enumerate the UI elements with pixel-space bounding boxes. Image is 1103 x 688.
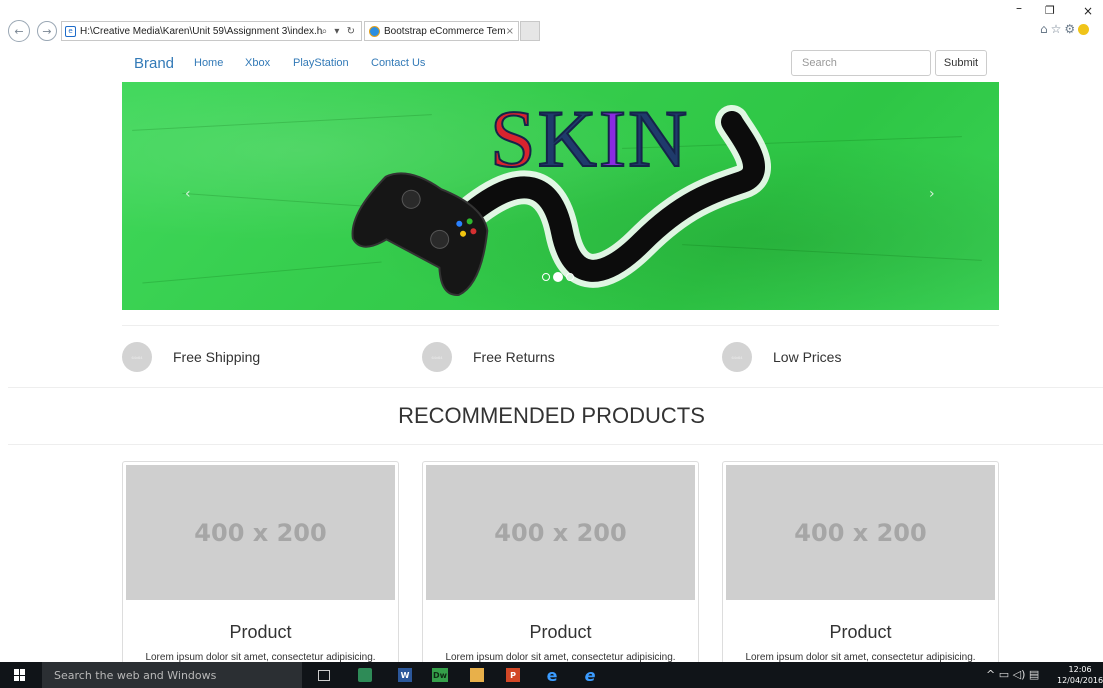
ie-favicon-icon	[369, 25, 380, 37]
carousel-indicator[interactable]	[553, 272, 563, 282]
browser-tab[interactable]: Bootstrap eCommerce Tem... ×	[364, 21, 519, 41]
system-tray[interactable]: ^ ▭ ◁) ▤	[986, 668, 1039, 681]
favorites-icon[interactable]: ☆	[1051, 22, 1065, 36]
forward-button[interactable]: →	[37, 21, 57, 41]
feature-placeholder-icon: 64x64	[722, 342, 752, 372]
submit-button[interactable]: Submit	[935, 50, 987, 76]
navbar-brand[interactable]: Brand	[134, 55, 174, 72]
address-url[interactable]: H:\Creative Media\Karen\Unit 59\Assignme…	[80, 26, 322, 37]
edge-icon[interactable]: e	[545, 666, 559, 685]
search-input[interactable]	[791, 50, 931, 76]
product-title[interactable]: Product	[423, 622, 698, 643]
feature-label: Free Returns	[473, 349, 555, 365]
carousel-indicator[interactable]	[542, 273, 550, 281]
browser-chrome: ← → e H:\Creative Media\Karen\Unit 59\As…	[0, 0, 1103, 46]
address-tools[interactable]: ⌕ ▾ ↻	[322, 26, 361, 37]
clock-date: 12/04/2016	[1057, 676, 1103, 685]
nav-link-playstation[interactable]: PlayStation	[293, 57, 349, 69]
product-title[interactable]: Product	[723, 622, 998, 643]
windows-taskbar: Search the web and Windows W Dw P e e ^ …	[0, 662, 1103, 688]
product-image-placeholder: 400 x 200	[426, 465, 695, 600]
nav-link-home[interactable]: Home	[194, 57, 223, 69]
word-icon[interactable]: W	[398, 668, 412, 682]
carousel-indicator[interactable]	[566, 273, 574, 281]
page-icon: e	[65, 25, 76, 37]
close-button[interactable]: ×	[1083, 4, 1093, 18]
powerpoint-icon[interactable]: P	[506, 668, 520, 682]
maximize-button[interactable]: ❐	[1045, 4, 1055, 17]
home-icon[interactable]: ⌂	[1040, 22, 1051, 36]
feature-low-prices: 64x64 Low Prices	[722, 342, 841, 372]
feature-placeholder-icon: 64x64	[422, 342, 452, 372]
site-navbar: Brand Home Xbox PlayStation Contact Us S…	[0, 46, 1103, 82]
divider	[8, 387, 1103, 388]
address-bar[interactable]: e H:\Creative Media\Karen\Unit 59\Assign…	[61, 21, 362, 41]
taskbar-search[interactable]: Search the web and Windows	[42, 662, 302, 688]
feature-placeholder-icon: 64x64	[122, 342, 152, 372]
tab-close-icon[interactable]: ×	[506, 26, 518, 37]
product-card[interactable]: 400 x 200 Product Lorem ipsum dolor sit …	[422, 461, 699, 671]
minimize-button[interactable]: –	[1016, 1, 1022, 15]
product-image-placeholder: 400 x 200	[126, 465, 395, 600]
feature-free-returns: 64x64 Free Returns	[422, 342, 555, 372]
product-image-placeholder: 400 x 200	[726, 465, 995, 600]
dreamweaver-icon[interactable]: Dw	[432, 668, 448, 682]
section-title: RECOMMENDED PRODUCTS	[398, 403, 705, 428]
feature-free-shipping: 64x64 Free Shipping	[122, 342, 260, 372]
task-view-icon[interactable]	[318, 670, 330, 681]
carousel-next-icon[interactable]: ›	[929, 186, 935, 202]
feature-label: Free Shipping	[173, 349, 261, 365]
carousel-prev-icon[interactable]: ‹	[185, 186, 191, 202]
internet-explorer-icon[interactable]: e	[583, 666, 597, 685]
divider	[122, 325, 999, 326]
back-arrow-icon: ←	[14, 24, 24, 38]
product-card[interactable]: 400 x 200 Product Lorem ipsum dolor sit …	[122, 461, 399, 671]
tab-title: Bootstrap eCommerce Tem...	[384, 25, 506, 37]
smiley-icon[interactable]	[1078, 24, 1090, 35]
windows-start-icon[interactable]	[14, 669, 26, 681]
nav-link-contact[interactable]: Contact Us	[371, 57, 425, 69]
divider	[8, 444, 1103, 445]
nav-link-xbox[interactable]: Xbox	[245, 57, 270, 69]
clock-time: 12:06	[1068, 665, 1092, 674]
publisher-icon[interactable]	[358, 668, 372, 682]
product-title[interactable]: Product	[123, 622, 398, 643]
forward-arrow-icon: →	[42, 24, 52, 38]
hero-carousel: SKIN ‹ ›	[122, 82, 999, 310]
back-button[interactable]: ←	[8, 20, 30, 42]
feature-label: Low Prices	[773, 349, 842, 365]
new-tab-button[interactable]	[520, 21, 540, 41]
taskbar-clock[interactable]: 12:06 12/04/2016	[1057, 664, 1103, 686]
file-explorer-icon[interactable]	[470, 668, 484, 682]
browser-toolbar: ⌂☆⚙	[1040, 22, 1090, 36]
product-card[interactable]: 400 x 200 Product Lorem ipsum dolor sit …	[722, 461, 999, 671]
settings-icon[interactable]: ⚙	[1064, 22, 1078, 36]
carousel-indicators	[542, 272, 574, 282]
